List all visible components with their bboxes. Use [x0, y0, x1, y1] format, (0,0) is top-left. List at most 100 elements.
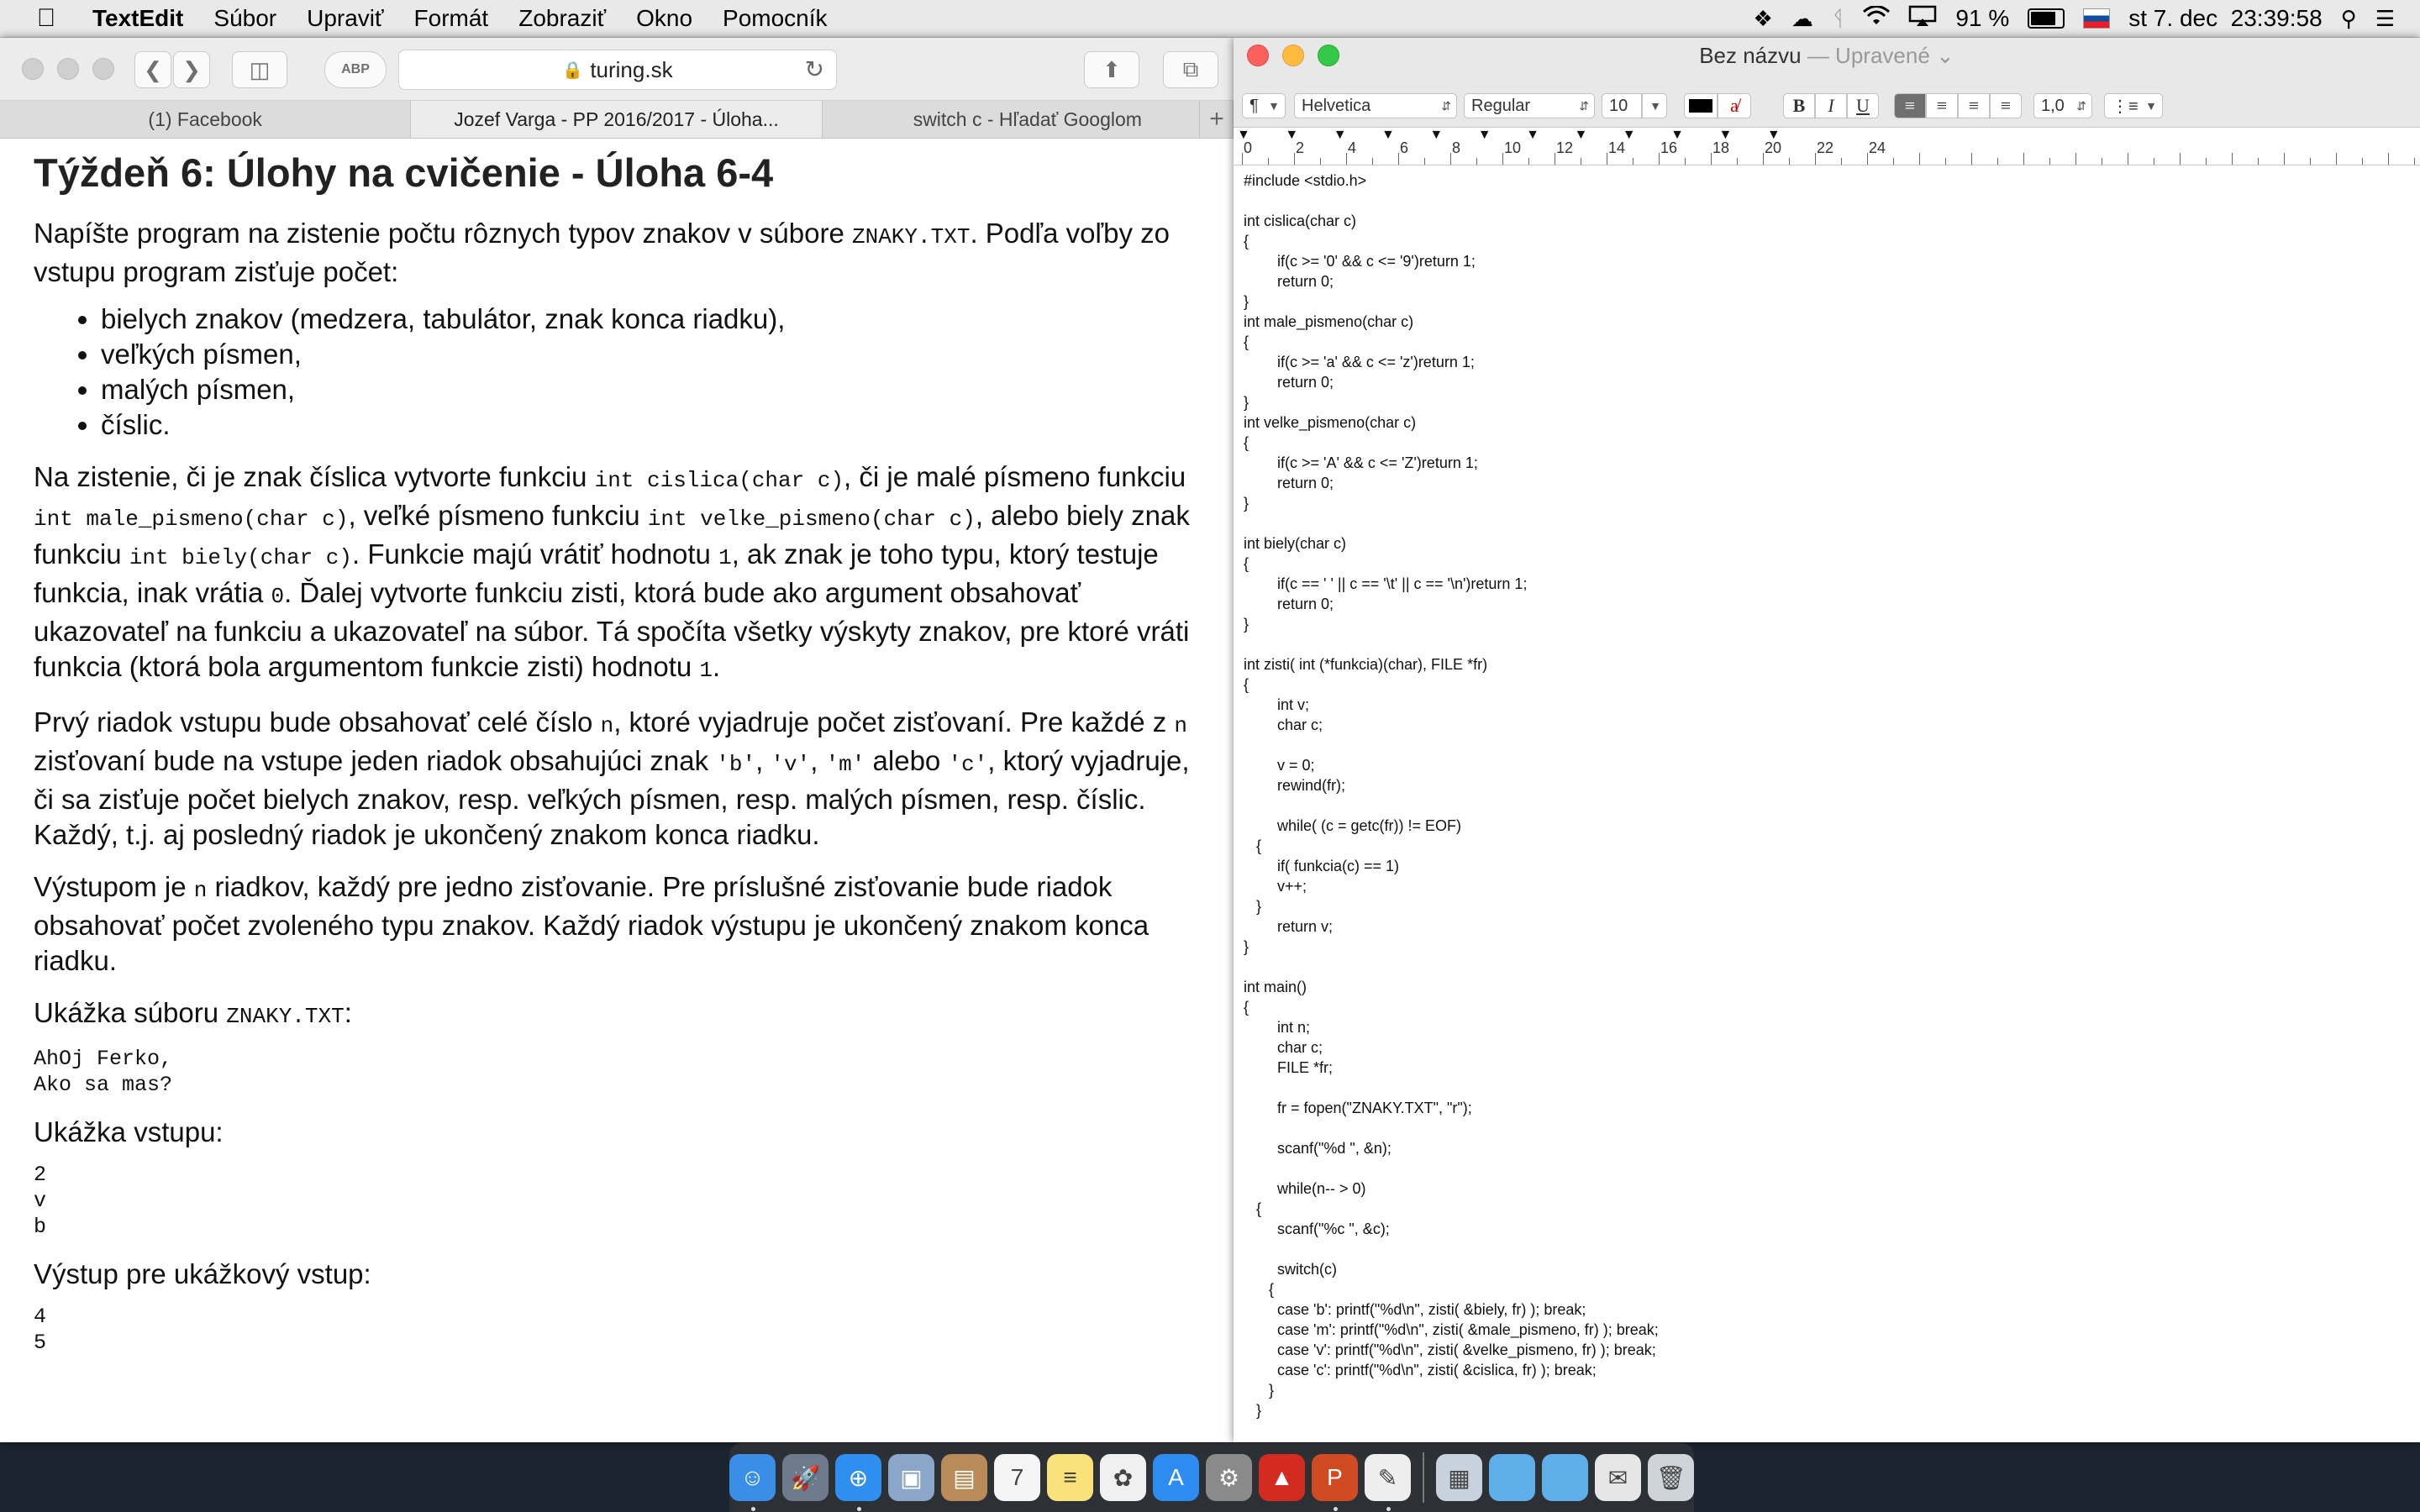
tab-stop-icon[interactable]: ▼	[1719, 128, 1733, 143]
ruler[interactable]: 0 2 4 6 8 10 12 14 16 18 20 22 24 ▼ ▼ ▼ ▼ ▼ ▼ ▼ ▼ ▼ ▼ ▼ ▼	[1234, 128, 2420, 165]
text-color-button[interactable]	[1684, 93, 1718, 118]
justify-button[interactable]: ≡	[1990, 93, 2022, 118]
paragraph-text: . Funkcie majú vrátiť hodnotu	[351, 538, 719, 570]
font-style-select[interactable]: Regular ⇵	[1464, 93, 1595, 118]
tab-stop-icon[interactable]: ▼	[1334, 128, 1347, 143]
dock-mail-stack-icon[interactable]: ✉	[1594, 1454, 1641, 1501]
inline-code: 1	[699, 658, 713, 683]
reload-icon[interactable]: ↻	[805, 55, 824, 83]
paragraph-text: , či je malé písmeno funkciu	[844, 461, 1186, 492]
dock-preview-icon[interactable]: ▣	[888, 1454, 935, 1501]
notification-center-icon[interactable]: ☰	[2375, 6, 2395, 32]
dropbox-icon[interactable]: ❖	[1754, 6, 1773, 32]
tab-facebook[interactable]: (1) Facebook	[0, 101, 412, 138]
dock-app-store-icon[interactable]: A	[1153, 1454, 1200, 1501]
dock-safari-icon[interactable]: ⊕	[835, 1454, 882, 1511]
address-bar[interactable]: 🔒 turing.sk ↻	[398, 50, 837, 90]
adblock-button[interactable]: ABP	[324, 51, 387, 88]
chevron-right-icon: ❯	[182, 56, 201, 82]
document-title[interactable]: Bez názvu — Upravené ⌄	[1234, 43, 2420, 69]
menu-app-name[interactable]: TextEdit	[92, 5, 202, 32]
close-button[interactable]	[22, 58, 44, 80]
bluetooth-icon[interactable]: ᛩ	[1832, 6, 1845, 32]
new-tab-button[interactable]: +	[1199, 101, 1234, 138]
tab-turing[interactable]: Jozef Varga - PP 2016/2017 - Úloha...	[411, 101, 823, 138]
clock[interactable]: st 7. dec 23:39:58	[2128, 5, 2322, 32]
dock-folder-2-icon[interactable]	[1541, 1454, 1588, 1501]
back-button[interactable]: ❮	[134, 51, 171, 88]
tab-stop-icon[interactable]: ▼	[1237, 128, 1250, 143]
tab-google[interactable]: switch c - Hľadať Googlom	[823, 101, 1234, 138]
align-right-button[interactable]: ≡	[1958, 93, 1990, 118]
tab-stop-icon[interactable]: ▼	[1429, 128, 1443, 143]
battery-icon[interactable]	[2028, 8, 2065, 29]
dock-calendar-icon[interactable]: 7	[994, 1454, 1041, 1501]
sidebar-button[interactable]: ◫	[232, 51, 287, 88]
menu-window[interactable]: Okno	[636, 5, 711, 32]
dock-powerpoint-icon[interactable]: P	[1312, 1454, 1359, 1511]
line-spacing-select[interactable]: 1,0 ⇵	[2033, 93, 2092, 118]
document-text[interactable]: #include <stdio.h> int cislica(char c) { i…	[1234, 165, 2420, 1420]
tab-stop-icon[interactable]: ▼	[1767, 128, 1781, 143]
ruler-tick	[1502, 153, 1503, 165]
ruler-number: 22	[1817, 139, 1834, 156]
tab-stop-icon[interactable]: ▼	[1623, 128, 1636, 143]
tab-stop-icon[interactable]: ▼	[1285, 128, 1298, 143]
apple-menu-icon[interactable]: 	[0, 4, 92, 33]
code-line: scanf("%d ", &n);	[1244, 1140, 1392, 1157]
dock-textedit-icon[interactable]: ✎	[1365, 1454, 1412, 1511]
flag-sk-icon[interactable]	[2083, 8, 2111, 29]
battery-percent[interactable]: 91 %	[1955, 5, 2009, 32]
dock-trash-icon[interactable]: 🗑	[1647, 1454, 1694, 1501]
dock-acrobat-icon[interactable]: ▲	[1259, 1454, 1306, 1501]
airplay-icon[interactable]	[1908, 5, 1937, 33]
tab-stop-icon[interactable]: ▼	[1574, 128, 1587, 143]
tabs-overview-button[interactable]: ⧉	[1163, 51, 1218, 88]
dock-launchpad-icon[interactable]: 🚀	[782, 1454, 829, 1501]
share-button[interactable]: ⬆	[1084, 51, 1139, 88]
cloud-icon[interactable]: ☁	[1791, 6, 1813, 32]
paragraph-icon: ¶	[1249, 96, 1259, 115]
paragraph-styles-select[interactable]: ¶ ▼	[1242, 93, 1286, 118]
paragraph-input: Prvý riadok vstupu bude obsahovať celé č…	[34, 705, 1200, 853]
dock-photos-icon[interactable]: ✿	[1100, 1454, 1147, 1501]
font-size-input[interactable]: 10	[1602, 93, 1642, 118]
align-left-icon: ≡	[1904, 95, 1916, 116]
tab-stop-icon[interactable]: ▼	[1381, 128, 1395, 143]
menu-format[interactable]: Formát	[414, 5, 508, 32]
dock-folder-1-icon[interactable]	[1488, 1454, 1535, 1501]
ruler-tick	[1294, 153, 1295, 165]
bold-button[interactable]: B	[1783, 93, 1815, 118]
align-center-button[interactable]: ≡	[1926, 93, 1958, 118]
underline-button[interactable]: U	[1847, 93, 1879, 118]
code-line: }	[1244, 898, 1262, 915]
tab-stop-icon[interactable]: ▼	[1670, 128, 1684, 143]
font-family-select[interactable]: Helvetica ⇵	[1294, 93, 1457, 118]
menu-file[interactable]: Súbor	[213, 5, 295, 32]
minimize-button[interactable]	[57, 58, 79, 80]
italic-button[interactable]: I	[1815, 93, 1847, 118]
menu-edit[interactable]: Upraviť	[307, 5, 402, 32]
zoom-button[interactable]	[92, 58, 114, 80]
wifi-icon[interactable]	[1863, 4, 1891, 32]
list-item: číslic.	[101, 407, 1200, 443]
align-left-button[interactable]: ≡	[1894, 93, 1926, 118]
dock-downloads-stack-icon[interactable]: ▦	[1435, 1454, 1482, 1501]
code-line: case 'v': printf("%d\n", zisti( &velke_p…	[1244, 1341, 1656, 1358]
menu-view[interactable]: Zobraziť	[518, 5, 624, 32]
inline-code: n	[600, 713, 614, 738]
dock-finder-icon[interactable]: ☺	[729, 1454, 776, 1511]
highlight-color-button[interactable]: a̸	[1718, 93, 1751, 118]
dock-notes-icon[interactable]: ≡	[1047, 1454, 1094, 1501]
dock-contacts-icon[interactable]: ▤	[941, 1454, 988, 1501]
dock-system-preferences-icon[interactable]: ⚙	[1206, 1454, 1253, 1501]
bullet-list-icon: ⋮≡	[2112, 97, 2139, 116]
tab-stop-icon[interactable]: ▼	[1478, 128, 1491, 143]
font-size-dropdown[interactable]: ▼	[1642, 93, 1667, 118]
code-line: }	[1244, 394, 1249, 411]
spotlight-icon[interactable]: ⚲	[2341, 6, 2357, 32]
tab-stop-icon[interactable]: ▼	[1526, 128, 1539, 143]
forward-button[interactable]: ❯	[173, 51, 210, 88]
list-bullets-select[interactable]: ⋮≡ ▼	[2104, 93, 2163, 118]
menu-help[interactable]: Pomocník	[723, 5, 846, 32]
